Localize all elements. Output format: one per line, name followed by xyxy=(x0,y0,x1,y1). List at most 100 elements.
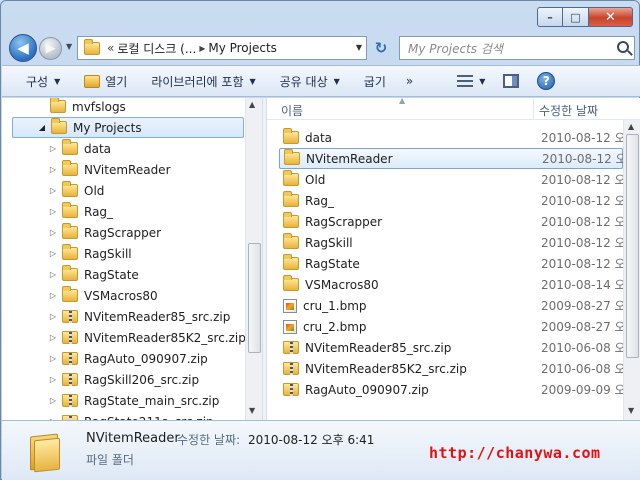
file-name: cru_2.bmp xyxy=(303,319,367,334)
search-input[interactable]: My Projects 검색 xyxy=(399,36,635,60)
change-view-button[interactable]: ▼ xyxy=(449,69,493,93)
column-separator[interactable] xyxy=(533,98,534,120)
forward-button[interactable]: ▶ xyxy=(39,37,62,60)
expand-toggle-icon[interactable]: ▷ xyxy=(48,375,58,384)
expand-toggle-icon[interactable]: ▷ xyxy=(48,228,58,237)
column-header-name[interactable]: 이름 xyxy=(281,102,303,119)
file-modified-date: 2010-08-12 오후 xyxy=(541,173,623,187)
help-icon: ? xyxy=(537,72,556,90)
file-name: RagSkill xyxy=(305,235,353,250)
file-row[interactable]: RagScrapper 2010-08-12 오후 xyxy=(279,211,623,232)
file-row[interactable]: cru_1.bmp 2009-08-27 오후 xyxy=(279,295,623,316)
preview-pane-button[interactable] xyxy=(495,69,527,93)
expand-toggle-icon[interactable]: ▷ xyxy=(48,396,58,405)
bmp-file-icon xyxy=(283,319,297,334)
navigation-scrollbar[interactable]: ▲ ▼ xyxy=(245,98,262,420)
zip-folder-icon xyxy=(62,394,78,407)
command-bar: 구성 ▼ 열기 라이브러리에 포함 ▼ 공유 대상 ▼ 굽기 » ▼ ? xyxy=(2,65,640,97)
tree-item[interactable]: ▷ RagSkill206_src.zip xyxy=(2,369,199,390)
burn-button[interactable]: 굽기 xyxy=(356,69,394,93)
tree-item[interactable]: ▷ RagState xyxy=(2,264,139,285)
tree-item[interactable]: ▷ NVitemReader xyxy=(2,159,171,180)
address-dropdown-icon[interactable]: ▼ xyxy=(356,43,362,52)
folder-icon xyxy=(284,149,300,165)
scroll-down-icon[interactable]: ▼ xyxy=(249,406,255,415)
file-row[interactable]: VSMacros80 2010-08-14 오후 xyxy=(279,274,623,295)
expand-toggle-icon[interactable]: ◢ xyxy=(37,123,47,132)
scroll-up-icon[interactable]: ▲ xyxy=(249,100,255,109)
tree-item[interactable]: ▷ Old xyxy=(2,180,104,201)
expand-toggle-icon[interactable]: ▷ xyxy=(48,270,58,279)
expand-toggle-icon[interactable]: ▷ xyxy=(48,312,58,321)
tree-item[interactable]: mvfslogs xyxy=(2,98,126,117)
folder-icon xyxy=(62,160,78,176)
file-modified-date: 2009-08-27 오후 xyxy=(541,299,623,313)
minimize-button[interactable]: – xyxy=(537,7,563,27)
maximize-button[interactable]: □ xyxy=(563,7,589,27)
history-dropdown-icon[interactable]: ▼ xyxy=(66,42,72,51)
search-icon[interactable] xyxy=(617,41,629,53)
explorer-window: – □ ✕ ◀ ▶ ▼ « 로컬 디스크 (... ▸ My Projects … xyxy=(0,0,640,480)
close-button[interactable]: ✕ xyxy=(589,7,633,27)
file-list-scrollbar[interactable]: ▲ ▼ xyxy=(623,120,640,420)
zip-folder-icon xyxy=(283,383,299,396)
file-list-scroll-thumb[interactable] xyxy=(626,134,639,358)
address-bar[interactable]: « 로컬 디스크 (... ▸ My Projects ▼ xyxy=(77,36,367,60)
file-row[interactable]: Old 2010-08-12 오후 xyxy=(279,169,623,190)
breadcrumb-separator[interactable]: ▸ xyxy=(199,41,205,55)
file-row[interactable]: RagSkill 2010-08-12 오후 xyxy=(279,232,623,253)
file-row[interactable]: NVitemReader85K2_src.zip 2010-06-08 오후 xyxy=(279,358,623,379)
file-row[interactable]: Rag_ 2010-08-12 오후 xyxy=(279,190,623,211)
folder-icon xyxy=(62,265,78,281)
expand-toggle-icon[interactable]: ▷ xyxy=(48,165,58,174)
tree-item[interactable]: ▷ RagAuto_090907.zip xyxy=(2,348,208,369)
breadcrumb-local-disk[interactable]: 로컬 디스크 (... xyxy=(117,40,196,57)
expand-toggle-icon[interactable]: ▷ xyxy=(48,207,58,216)
search-placeholder: My Projects 검색 xyxy=(408,41,503,56)
tree-item[interactable]: ▷RagState211a_src.zip xyxy=(2,411,214,420)
tree-item[interactable]: ▷ RagState_main_src.zip xyxy=(2,390,219,411)
back-button[interactable]: ◀ xyxy=(9,34,37,62)
tree-item[interactable]: ▷ RagSkill xyxy=(2,243,132,264)
file-row[interactable]: NVitemReader 2010-08-12 오후 xyxy=(279,148,624,169)
tree-item[interactable]: ▷ Rag_ xyxy=(2,201,113,222)
tree-item[interactable]: ▷ NVitemReader85K2_src.zip xyxy=(2,327,246,348)
navigation-bar: ◀ ▶ ▼ « 로컬 디스크 (... ▸ My Projects ▼ ↻ My… xyxy=(7,34,635,62)
breadcrumb-my-projects[interactable]: My Projects xyxy=(208,41,277,55)
include-in-library-button[interactable]: 라이브러리에 포함 ▼ xyxy=(143,69,263,93)
scroll-down-icon[interactable]: ▼ xyxy=(628,406,634,415)
expand-toggle-icon[interactable]: ▷ xyxy=(48,333,58,342)
file-modified-date: 2009-09-09 오후 xyxy=(541,383,623,397)
folder-icon xyxy=(62,181,78,197)
refresh-button[interactable]: ↻ xyxy=(369,36,393,60)
file-row[interactable]: RagState 2010-08-12 오후 xyxy=(279,253,623,274)
tree-item-label: RagSkill206_src.zip xyxy=(84,372,200,387)
organize-button[interactable]: 구성 ▼ xyxy=(18,69,68,93)
expand-toggle-icon[interactable]: ▷ xyxy=(48,354,58,363)
tree-item[interactable]: ▷ NVitemReader85_src.zip xyxy=(2,306,230,327)
file-name: Rag_ xyxy=(305,193,335,208)
expand-toggle-icon[interactable]: ▷ xyxy=(48,186,58,195)
column-header-modified[interactable]: 수정한 날짜 xyxy=(539,102,598,119)
expand-toggle-icon[interactable]: ▷ xyxy=(48,291,58,300)
file-modified-date: 2009-08-27 오후 xyxy=(541,320,623,334)
share-with-button[interactable]: 공유 대상 ▼ xyxy=(272,69,348,93)
views-icon xyxy=(457,75,474,87)
navigation-scroll-thumb[interactable] xyxy=(248,243,261,353)
file-row[interactable]: cru_2.bmp 2009-08-27 오후 xyxy=(279,316,623,337)
address-overflow[interactable]: « xyxy=(107,41,114,55)
tree-item[interactable]: ▷ data xyxy=(2,138,111,159)
help-button[interactable]: ? xyxy=(529,69,563,93)
file-row[interactable]: NVitemReader85_src.zip 2010-06-08 오후 xyxy=(279,337,623,358)
more-commands-button[interactable]: » xyxy=(398,69,421,93)
tree-item[interactable]: ◢ My Projects xyxy=(12,117,244,138)
tree-item[interactable]: ▷ RagScrapper xyxy=(2,222,161,243)
expand-toggle-icon[interactable]: ▷ xyxy=(48,144,58,153)
file-row[interactable]: data 2010-08-12 오후 xyxy=(279,127,623,148)
file-row[interactable]: RagAuto_090907.zip 2009-09-09 오후 xyxy=(279,379,623,400)
open-button[interactable]: 열기 xyxy=(76,69,135,93)
expand-toggle-icon[interactable]: ▷ xyxy=(48,249,58,258)
file-name: RagScrapper xyxy=(305,214,383,229)
scroll-up-icon[interactable]: ▲ xyxy=(628,122,634,131)
tree-item[interactable]: ▷ VSMacros80 xyxy=(2,285,158,306)
